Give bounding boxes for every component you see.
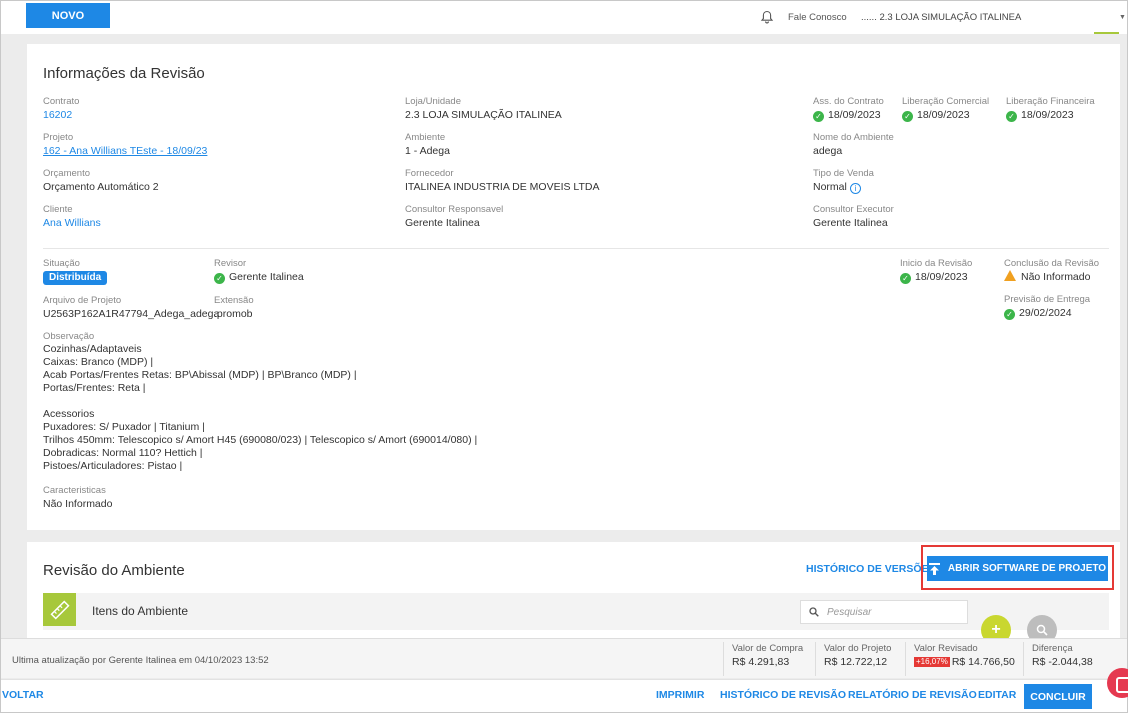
revisao-title: Revisão do Ambiente xyxy=(43,562,185,579)
valor-projeto: Valor do Projeto R$ 12.722,12 xyxy=(815,642,905,676)
historico-versoes-link[interactable]: HISTÓRICO DE VERSÕES xyxy=(806,563,936,575)
revisao-card: Revisão do Ambiente HISTÓRICO DE VERSÕES… xyxy=(27,542,1120,645)
contrato-link[interactable]: 16202 xyxy=(43,108,79,122)
relatorio-revisao-button[interactable]: RELATÓRIO DE REVISÃO xyxy=(848,689,977,701)
field-previsao-entrega: Previsão de Entrega ✓ 29/02/2024 xyxy=(1004,294,1091,320)
voltar-button[interactable]: VOLTAR xyxy=(2,689,44,701)
observacao-text-1: Cozinhas/Adaptaveis Caixas: Branco (MDP)… xyxy=(43,343,357,394)
field-contrato: Contrato 16202 xyxy=(43,96,80,122)
upload-icon xyxy=(928,562,940,575)
field-cliente: Cliente Ana Willians xyxy=(43,204,101,230)
field-consultor-exec: Consultor Executor Gerente Italinea xyxy=(813,204,894,229)
info-icon[interactable]: i xyxy=(849,183,861,194)
abrir-software-button[interactable]: ABRIR SOFTWARE DE PROJETO xyxy=(927,556,1108,581)
actions-bar: VOLTAR IMPRIMIR HISTÓRICO DE REVISÃO REL… xyxy=(1,679,1127,712)
search-icon xyxy=(1036,624,1048,636)
field-conclusao-revisao: Conclusão da Revisão Não Informado xyxy=(1004,258,1100,283)
info-title: Informações da Revisão xyxy=(43,65,205,82)
field-caracteristicas: Caracteristicas Não Informado xyxy=(43,485,113,510)
field-loja-unidade: Loja/Unidade 2.3 LOJA SIMULAÇÃO ITALINEA xyxy=(405,96,562,121)
itens-title: Itens do Ambiente xyxy=(92,604,189,618)
field-projeto: Projeto 162 - Ana Willians TEste - 18/09… xyxy=(43,132,208,158)
last-update-text: Ultima atualização por Gerente Italinea … xyxy=(12,655,269,666)
search-input[interactable]: Pesquisar xyxy=(800,600,968,624)
imprimir-button[interactable]: IMPRIMIR xyxy=(656,689,704,701)
field-tipo-venda: Tipo de Venda Normal i xyxy=(813,168,874,194)
check-icon: ✓ xyxy=(813,111,824,122)
field-observacao: Observação xyxy=(43,331,95,342)
check-icon: ✓ xyxy=(1004,309,1015,320)
search-icon xyxy=(809,607,819,617)
check-icon: ✓ xyxy=(1006,111,1017,122)
divider xyxy=(43,248,1109,249)
concluir-button[interactable]: CONCLUIR xyxy=(1024,684,1092,709)
historico-revisao-button[interactable]: HISTÓRICO DE REVISÃO xyxy=(720,689,846,701)
field-situacao: Situação Distribuída xyxy=(43,258,108,285)
itens-header: Itens do Ambiente Pesquisar xyxy=(43,593,1109,630)
accent-line xyxy=(1094,32,1119,34)
check-icon: ✓ xyxy=(900,273,911,284)
field-nome-ambiente: Nome do Ambiente adega xyxy=(813,132,894,157)
projeto-link[interactable]: 162 - Ana Willians TEste - 18/09/23 xyxy=(43,144,207,158)
info-card: Informações da Revisão Contrato 16202 Lo… xyxy=(27,44,1120,530)
field-lib-financeira: Liberação Financeira ✓ 18/09/2023 xyxy=(1006,96,1095,122)
valor-compra: Valor de Compra R$ 4.291,83 xyxy=(723,642,815,676)
field-ass-contrato: Ass. do Contrato ✓ 18/09/2023 xyxy=(813,96,884,122)
editar-button[interactable]: EDITAR xyxy=(978,689,1016,701)
ruler-icon xyxy=(43,593,76,626)
field-arquivo: Arquivo de Projeto U2563P162A1R47794_Ade… xyxy=(43,295,220,320)
fale-conosco-link[interactable]: Fale Conosco xyxy=(788,12,847,23)
bell-icon[interactable] xyxy=(760,10,774,24)
field-consultor-resp: Consultor Responsavel Gerente Italinea xyxy=(405,204,504,229)
percent-badge: +16,07% xyxy=(914,657,950,667)
field-fornecedor: Fornecedor ITALINEA INDUSTRIA DE MOVEIS … xyxy=(405,168,600,193)
valor-revisado: Valor Revisado +16,07% R$ 14.766,50 xyxy=(905,642,1023,676)
check-icon: ✓ xyxy=(902,111,913,122)
field-ambiente: Ambiente 1 - Adega xyxy=(405,132,450,157)
field-lib-comercial: Liberação Comercial ✓ 18/09/2023 xyxy=(902,96,990,122)
field-orcamento: Orçamento Orçamento Automático 2 xyxy=(43,168,159,193)
top-bar: NOVO Fale Conosco ...... 2.3 LOJA SIMULA… xyxy=(1,1,1127,34)
summary-bar: Ultima atualização por Gerente Italinea … xyxy=(1,638,1127,678)
chevron-down-icon[interactable]: ▼ xyxy=(1119,14,1126,21)
check-icon: ✓ xyxy=(214,273,225,284)
field-revisor: Revisor ✓ Gerente Italinea xyxy=(214,258,304,284)
cliente-link[interactable]: Ana Willians xyxy=(43,216,101,230)
field-inicio-revisao: Inicio da Revisão ✓ 18/09/2023 xyxy=(900,258,973,284)
status-badge: Distribuída xyxy=(43,271,108,285)
novo-button[interactable]: NOVO xyxy=(26,3,110,28)
field-extensao: Extensão .promob xyxy=(214,295,254,320)
store-selector[interactable]: ...... 2.3 LOJA SIMULAÇÃO ITALINEA xyxy=(861,12,1021,23)
observacao-text-2: Acessorios Puxadores: S/ Puxador | Titan… xyxy=(43,408,478,472)
warning-icon xyxy=(1004,270,1016,281)
diferenca: Diferença R$ -2.044,38 xyxy=(1023,642,1123,676)
